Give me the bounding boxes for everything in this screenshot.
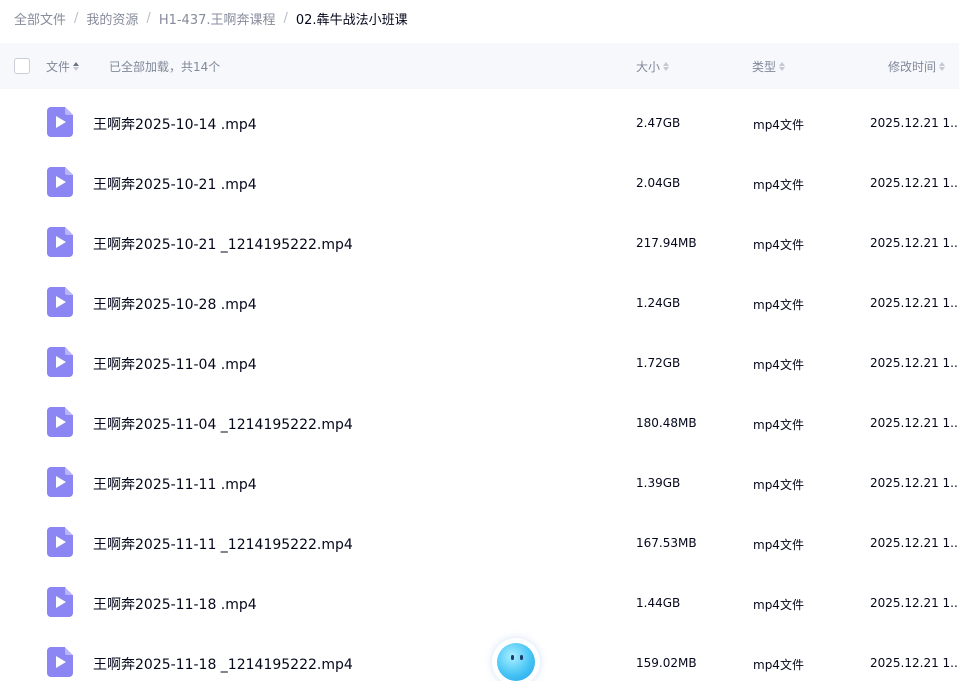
file-browser: 全部文件 / 我的资源 / H1-437.王啊奔课程 / 02.犇牛战法小班课 … xyxy=(0,0,959,681)
video-file-icon xyxy=(47,287,73,317)
file-row[interactable]: 王啊奔2025-11-11 _1214195222.mp4 167.53MB m… xyxy=(0,513,959,573)
file-size: 159.02MB xyxy=(636,656,697,670)
file-size: 1.72GB xyxy=(636,356,681,370)
file-name[interactable]: 王啊奔2025-10-21 _1214195222.mp4 xyxy=(93,234,353,254)
file-modified-time: 2025.12.21 1... xyxy=(870,116,959,130)
file-type: mp4文件 xyxy=(753,478,804,492)
sort-by-modified-time[interactable]: 修改时间 xyxy=(888,58,946,75)
load-status: 已全部加载，共14个 xyxy=(109,60,221,74)
file-type: mp4文件 xyxy=(753,418,804,432)
file-size: 167.53MB xyxy=(636,536,697,550)
breadcrumb-all-files[interactable]: 全部文件 xyxy=(14,9,66,28)
assistant-eye xyxy=(520,655,523,660)
video-file-icon xyxy=(47,407,73,437)
file-row[interactable]: 王啊奔2025-11-18 .mp4 1.44GB mp4文件 2025.12.… xyxy=(0,573,959,633)
breadcrumb-my-resources[interactable]: 我的资源 xyxy=(86,9,138,28)
file-name[interactable]: 王啊奔2025-11-11 _1214195222.mp4 xyxy=(93,534,353,554)
file-row[interactable]: 王啊奔2025-10-21 _1214195222.mp4 217.94MB m… xyxy=(0,213,959,273)
file-type: mp4文件 xyxy=(753,598,804,612)
file-size: 2.04GB xyxy=(636,176,681,190)
file-size: 217.94MB xyxy=(636,236,697,250)
name-column-label: 文件 xyxy=(46,60,71,74)
file-modified-time: 2025.12.21 1... xyxy=(870,356,959,370)
breadcrumb-separator: / xyxy=(74,10,79,26)
sort-icon xyxy=(663,62,670,71)
assistant-avatar-icon[interactable] xyxy=(492,638,540,681)
file-size: 1.24GB xyxy=(636,296,681,310)
sort-asc-icon xyxy=(73,62,80,71)
breadcrumb-current-folder: 02.犇牛战法小班课 xyxy=(295,12,408,28)
file-row[interactable]: 王啊奔2025-10-14 .mp4 2.47GB mp4文件 2025.12.… xyxy=(0,93,959,153)
file-modified-time: 2025.12.21 1... xyxy=(870,416,959,430)
assistant-blob xyxy=(497,643,535,681)
file-type: mp4文件 xyxy=(753,118,804,132)
file-name[interactable]: 王啊奔2025-10-14 .mp4 xyxy=(93,114,257,134)
video-file-icon xyxy=(47,467,73,497)
sort-by-type[interactable]: 类型 xyxy=(752,58,786,75)
sort-icon xyxy=(779,62,786,71)
file-list: 王啊奔2025-10-14 .mp4 2.47GB mp4文件 2025.12.… xyxy=(0,93,959,681)
file-type: mp4文件 xyxy=(753,358,804,372)
file-modified-time: 2025.12.21 1... xyxy=(870,536,959,550)
video-file-icon xyxy=(47,167,73,197)
file-size: 2.47GB xyxy=(636,116,681,130)
sort-icon xyxy=(939,62,946,71)
select-all-checkbox[interactable] xyxy=(14,58,30,74)
video-file-icon xyxy=(47,227,73,257)
breadcrumb: 全部文件 / 我的资源 / H1-437.王啊奔课程 / 02.犇牛战法小班课 xyxy=(14,8,408,28)
file-modified-time: 2025.12.21 1... xyxy=(870,656,959,670)
file-type: mp4文件 xyxy=(753,298,804,312)
file-modified-time: 2025.12.21 1... xyxy=(870,476,959,490)
file-row[interactable]: 王啊奔2025-11-04 .mp4 1.72GB mp4文件 2025.12.… xyxy=(0,333,959,393)
assistant-eye xyxy=(511,655,514,660)
file-row[interactable]: 王啊奔2025-10-21 .mp4 2.04GB mp4文件 2025.12.… xyxy=(0,153,959,213)
file-name[interactable]: 王啊奔2025-11-18 .mp4 xyxy=(93,594,257,614)
sort-by-name[interactable]: 文件 xyxy=(46,58,80,75)
breadcrumb-separator: / xyxy=(146,10,151,26)
time-column-label: 修改时间 xyxy=(888,60,937,74)
breadcrumb-course-folder[interactable]: H1-437.王啊奔课程 xyxy=(159,9,276,28)
video-file-icon xyxy=(47,107,73,137)
file-name[interactable]: 王啊奔2025-10-21 .mp4 xyxy=(93,174,257,194)
file-row[interactable]: 王啊奔2025-11-18 _1214195222.mp4 159.02MB m… xyxy=(0,633,959,681)
file-type: mp4文件 xyxy=(753,178,804,192)
file-modified-time: 2025.12.21 1... xyxy=(870,176,959,190)
file-name[interactable]: 王啊奔2025-11-04 .mp4 xyxy=(93,354,257,374)
video-file-icon xyxy=(47,347,73,377)
file-size: 1.44GB xyxy=(636,596,681,610)
file-name[interactable]: 王啊奔2025-10-28 .mp4 xyxy=(93,294,257,314)
file-size: 1.39GB xyxy=(636,476,681,490)
file-size: 180.48MB xyxy=(636,416,697,430)
file-modified-time: 2025.12.21 1... xyxy=(870,236,959,250)
size-column-label: 大小 xyxy=(636,60,661,74)
file-row[interactable]: 王啊奔2025-10-28 .mp4 1.24GB mp4文件 2025.12.… xyxy=(0,273,959,333)
file-row[interactable]: 王啊奔2025-11-04 _1214195222.mp4 180.48MB m… xyxy=(0,393,959,453)
video-file-icon xyxy=(47,647,73,677)
file-type: mp4文件 xyxy=(753,238,804,252)
file-list-header: 文件 已全部加载，共14个 大小 类型 修改时间 xyxy=(0,43,959,89)
file-row[interactable]: 王啊奔2025-11-11 .mp4 1.39GB mp4文件 2025.12.… xyxy=(0,453,959,513)
video-file-icon xyxy=(47,587,73,617)
file-name[interactable]: 王啊奔2025-11-04 _1214195222.mp4 xyxy=(93,414,353,434)
sort-by-size[interactable]: 大小 xyxy=(636,58,670,75)
file-type: mp4文件 xyxy=(753,658,804,672)
type-column-label: 类型 xyxy=(752,60,777,74)
file-name[interactable]: 王啊奔2025-11-11 .mp4 xyxy=(93,474,257,494)
breadcrumb-separator: / xyxy=(283,10,288,26)
video-file-icon xyxy=(47,527,73,557)
file-name[interactable]: 王啊奔2025-11-18 _1214195222.mp4 xyxy=(93,654,353,674)
file-modified-time: 2025.12.21 1... xyxy=(870,596,959,610)
file-modified-time: 2025.12.21 1... xyxy=(870,296,959,310)
file-type: mp4文件 xyxy=(753,538,804,552)
